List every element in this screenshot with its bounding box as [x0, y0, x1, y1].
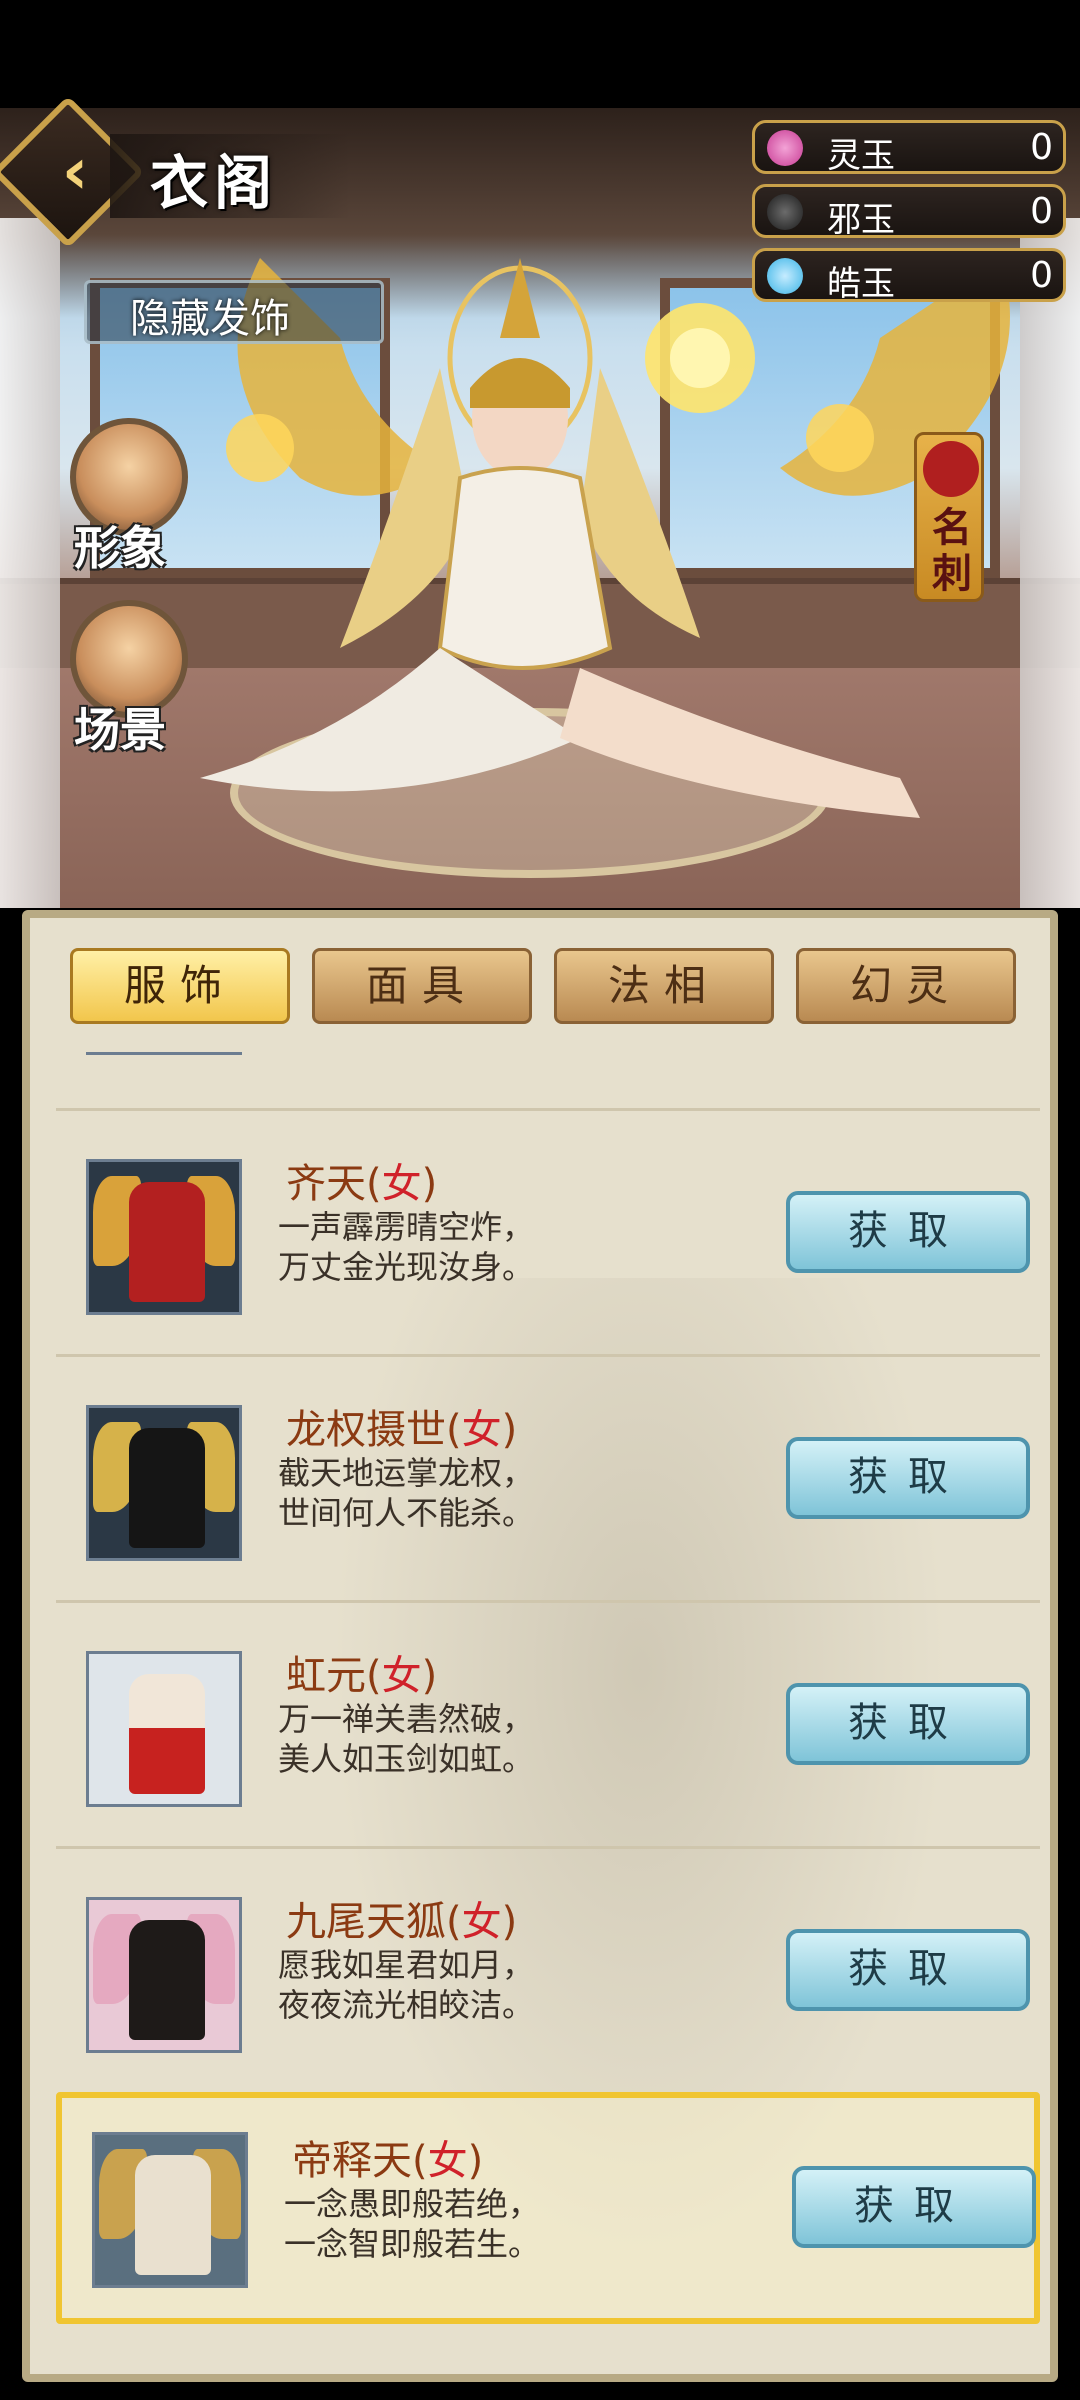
get-button[interactable]: 获取 — [786, 1191, 1030, 1273]
outfit-name: 帝释天(女) — [292, 2138, 484, 2184]
outfit-description: 愿我如星君如月， 夜夜流光相皎洁。 — [278, 1946, 535, 2024]
get-button[interactable]: 获取 — [786, 1437, 1030, 1519]
wardrobe-panel: 服饰 面具 法相 幻灵 齐天(女) 一声霹雳晴空炸， 万丈金光现汝身。 获取 龙… — [22, 910, 1058, 2382]
category-tabs: 服饰 面具 法相 幻灵 — [70, 948, 1026, 1026]
outfit-thumbnail — [86, 1052, 242, 1055]
back-arrow-icon[interactable]: ‹ — [40, 137, 110, 207]
list-item[interactable]: 九尾天狐(女) 愿我如星君如月， 夜夜流光相皎洁。 获取 — [56, 1846, 1040, 2092]
scene-button-label[interactable]: 场景 — [74, 694, 166, 760]
outfit-thumbnail — [86, 1405, 242, 1561]
outfit-list[interactable]: 齐天(女) 一声霹雳晴空炸， 万丈金光现汝身。 获取 龙权摄世(女) 截天地运掌… — [56, 1052, 1040, 2370]
spirit-jade-icon — [767, 130, 803, 166]
curtain-left — [0, 218, 60, 908]
name-card-button[interactable]: 名刺 — [914, 432, 984, 602]
seal-icon — [923, 441, 979, 497]
evil-jade-icon — [767, 194, 803, 230]
status-bar — [0, 0, 1080, 108]
list-item[interactable]: 龙权摄世(女) 截天地运掌龙权， 世间何人不能杀。 获取 — [56, 1354, 1040, 1600]
outfit-description: 万一禅关砉然破， 美人如玉剑如虹。 — [278, 1700, 535, 1778]
outfit-name: 龙权摄世(女) — [286, 1407, 518, 1453]
outfit-name: 齐天(女) — [286, 1161, 438, 1207]
outfit-description: 截天地运掌龙权， 世间何人不能杀。 — [278, 1454, 535, 1532]
avatar-button-label[interactable]: 形象 — [74, 512, 166, 578]
get-button[interactable]: 获取 — [786, 1683, 1030, 1765]
page-title: 衣阁 — [150, 149, 279, 217]
get-button[interactable]: 获取 — [792, 2166, 1036, 2248]
outfit-thumbnail — [86, 1651, 242, 1807]
bright-jade-icon — [767, 258, 803, 294]
outfit-thumbnail — [86, 1159, 242, 1315]
currency-spirit-jade: 灵玉 0 — [752, 120, 1066, 176]
list-item-selected[interactable]: 帝释天(女) 一念愚即般若绝， 一念智即般若生。 获取 — [56, 2092, 1040, 2324]
hidden-hair-accessory-label[interactable]: 隐藏发饰 — [130, 286, 290, 344]
outfit-thumbnail — [86, 1897, 242, 2053]
list-item[interactable]: 虹元(女) 万一禅关砉然破， 美人如玉剑如虹。 获取 — [56, 1600, 1040, 1846]
list-item-partial — [56, 1052, 1040, 1108]
list-item[interactable]: 齐天(女) 一声霹雳晴空炸， 万丈金光现汝身。 获取 — [56, 1108, 1040, 1354]
outfit-thumbnail — [92, 2132, 248, 2288]
bottom-edge — [0, 2382, 1080, 2400]
currency-bright-jade: 皓玉 0 — [752, 248, 1066, 304]
tab-clothing[interactable]: 服饰 — [70, 948, 290, 1024]
outfit-name: 九尾天狐(女) — [286, 1899, 518, 1945]
currency-evil-jade: 邪玉 0 — [752, 184, 1066, 240]
outfit-description: 一声霹雳晴空炸， 万丈金光现汝身。 — [278, 1208, 535, 1286]
tab-phantom-spirit[interactable]: 幻灵 — [796, 948, 1016, 1024]
tab-mask[interactable]: 面具 — [312, 948, 532, 1024]
outfit-name: 虹元(女) — [286, 1653, 438, 1699]
outfit-description: 一念愚即般若绝， 一念智即般若生。 — [284, 2185, 541, 2263]
tab-avatar-form[interactable]: 法相 — [554, 948, 774, 1024]
get-button[interactable]: 获取 — [786, 1929, 1030, 2011]
